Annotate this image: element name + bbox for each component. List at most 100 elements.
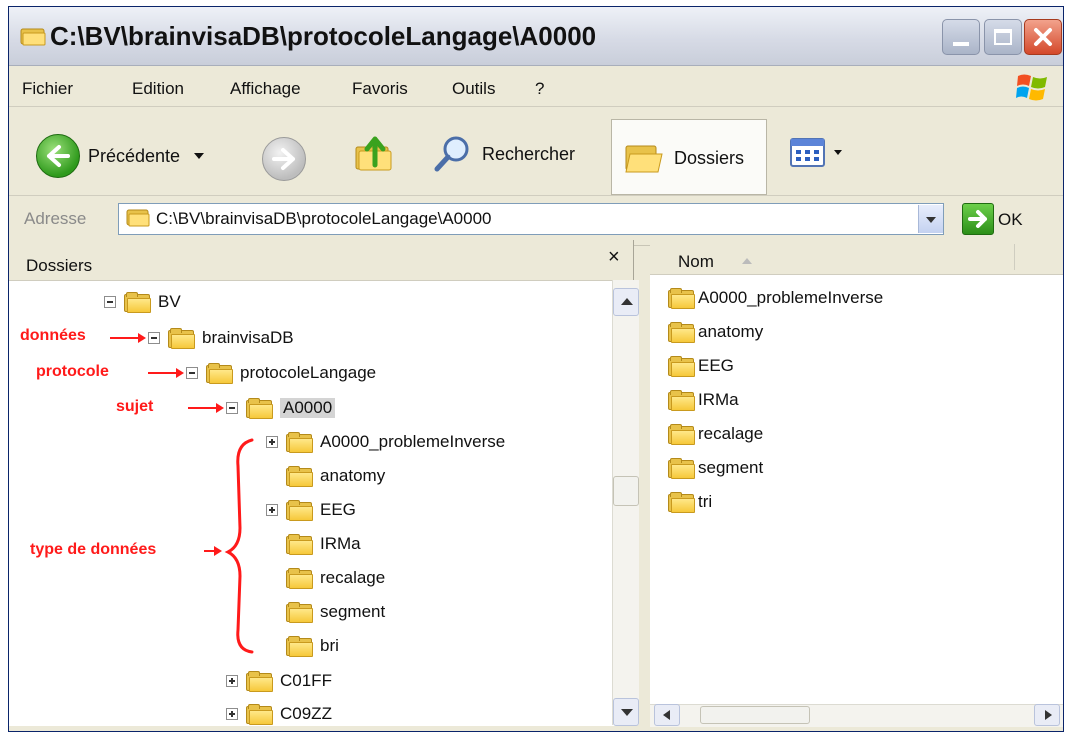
folder-icon xyxy=(668,390,695,411)
tree-item-bv[interactable]: BV xyxy=(104,290,181,314)
forward-arrow-icon xyxy=(272,148,295,170)
tree-item-label: anatomy xyxy=(320,466,386,485)
file-item[interactable]: recalage xyxy=(668,422,763,446)
search-icon xyxy=(434,136,469,172)
views-icon xyxy=(790,138,825,167)
folder-icon xyxy=(246,398,273,419)
expand-icon[interactable] xyxy=(266,504,278,516)
maximize-icon xyxy=(994,29,1012,45)
tree-item-c09zz[interactable]: C09ZZ xyxy=(226,702,332,726)
tree-item-label: protocoleLangage xyxy=(240,363,377,382)
annotation-arrow-head xyxy=(214,546,222,556)
chevron-down-icon xyxy=(834,150,842,155)
back-arrow-icon xyxy=(36,134,80,178)
views-button[interactable] xyxy=(790,138,850,170)
folders-label: Dossiers xyxy=(674,148,745,168)
scroll-left-button[interactable] xyxy=(654,704,680,726)
tree-item-a0000[interactable]: A0000 xyxy=(226,396,336,420)
folder-icon xyxy=(668,458,695,479)
chevron-down-icon xyxy=(926,217,936,223)
tree-item-a0000-problemeinverse[interactable]: A0000_problemeInverse xyxy=(266,430,505,454)
annotation-sujet: sujet xyxy=(116,398,154,415)
minimize-icon xyxy=(953,42,969,46)
scroll-up-button[interactable] xyxy=(613,288,639,316)
forward-button[interactable] xyxy=(262,137,306,181)
chevron-down-icon xyxy=(194,153,205,159)
minimize-button[interactable] xyxy=(942,19,980,55)
folders-icon xyxy=(625,145,663,173)
file-item-label: segment xyxy=(698,458,764,477)
file-item[interactable]: EEG xyxy=(668,354,734,378)
collapse-icon[interactable] xyxy=(104,296,116,308)
folders-pane-close-button[interactable]: × xyxy=(608,246,620,269)
tree-item-label-selected: A0000 xyxy=(280,398,336,418)
maximize-button[interactable] xyxy=(984,19,1022,55)
folders-button[interactable]: Dossiers xyxy=(611,119,767,195)
menu-edition[interactable]: Edition xyxy=(132,79,184,99)
folder-icon xyxy=(20,28,46,46)
tree-item-label: segment xyxy=(320,602,386,621)
tree-item-label: EEG xyxy=(320,500,356,519)
folder-icon xyxy=(286,602,313,623)
tree-item-irma[interactable]: IRMa xyxy=(286,532,361,556)
file-item[interactable]: tri xyxy=(668,490,712,514)
window-title: C:\BV\brainvisaDB\protocoleLangage\A0000 xyxy=(50,21,597,51)
expand-icon[interactable] xyxy=(226,708,238,720)
file-item[interactable]: IRMa xyxy=(668,388,739,412)
folder-icon xyxy=(246,704,273,725)
close-button[interactable] xyxy=(1024,19,1062,55)
back-label: Précédente xyxy=(88,145,181,166)
tree-item-anatomy[interactable]: anatomy xyxy=(286,464,385,488)
folder-icon xyxy=(286,568,313,589)
file-item[interactable]: anatomy xyxy=(668,320,763,344)
folder-icon xyxy=(124,292,151,313)
annotation-arrow-head xyxy=(176,368,184,378)
expand-icon[interactable] xyxy=(226,675,238,687)
scroll-down-button[interactable] xyxy=(613,698,639,726)
menu-favoris[interactable]: Favoris xyxy=(352,79,408,99)
tree-item-c01ff[interactable]: C01FF xyxy=(226,669,332,693)
folders-pane-header xyxy=(9,240,633,281)
folder-icon xyxy=(246,671,273,692)
file-item-label: IRMa xyxy=(698,390,739,409)
tree-item-bri[interactable]: bri xyxy=(286,634,339,658)
tree-item-label: BV xyxy=(158,292,181,311)
back-button[interactable]: Précédente xyxy=(36,133,205,179)
tree-item-brainvisadb[interactable]: brainvisaDB xyxy=(148,326,294,350)
file-item[interactable]: segment xyxy=(668,456,763,480)
go-button[interactable] xyxy=(962,203,994,235)
file-item-label: recalage xyxy=(698,424,764,443)
address-dropdown-button[interactable] xyxy=(918,205,943,233)
up-folder-icon[interactable] xyxy=(352,131,396,175)
tree-item-recalage[interactable]: recalage xyxy=(286,566,385,590)
file-item[interactable]: A0000_problemeInverse xyxy=(668,286,883,310)
search-label: Rechercher xyxy=(482,143,576,164)
scroll-thumb[interactable] xyxy=(613,476,639,506)
annotation-brace xyxy=(224,438,254,654)
folder-icon xyxy=(668,424,695,445)
annotation-protocole: protocole xyxy=(36,363,109,380)
collapse-icon[interactable] xyxy=(148,332,160,344)
collapse-icon[interactable] xyxy=(186,367,198,379)
tree-item-protocolelangage[interactable]: protocoleLangage xyxy=(186,361,376,385)
column-header-name[interactable]: Nom xyxy=(678,252,714,272)
chevron-right-icon xyxy=(1045,710,1052,720)
file-item-label: tri xyxy=(698,492,713,511)
go-label[interactable]: OK xyxy=(998,210,1023,230)
tree-item-segment[interactable]: segment xyxy=(286,600,385,624)
folder-icon xyxy=(668,288,695,309)
tree-item-eeg[interactable]: EEG xyxy=(266,498,356,522)
collapse-icon[interactable] xyxy=(226,402,238,414)
menu-help[interactable]: ? xyxy=(535,79,544,99)
expand-icon[interactable] xyxy=(266,436,278,448)
scroll-right-button[interactable] xyxy=(1034,704,1060,726)
menu-fichier[interactable]: Fichier xyxy=(22,79,73,99)
annotation-arrow-head xyxy=(216,403,224,413)
annotation-arrow xyxy=(110,337,138,339)
search-button[interactable]: Rechercher xyxy=(432,131,575,177)
annotation-arrow-head xyxy=(138,333,146,343)
chevron-down-icon xyxy=(621,709,633,716)
menu-affichage[interactable]: Affichage xyxy=(230,79,301,99)
horizontal-scroll-thumb[interactable] xyxy=(700,706,810,724)
menu-outils[interactable]: Outils xyxy=(452,79,495,99)
